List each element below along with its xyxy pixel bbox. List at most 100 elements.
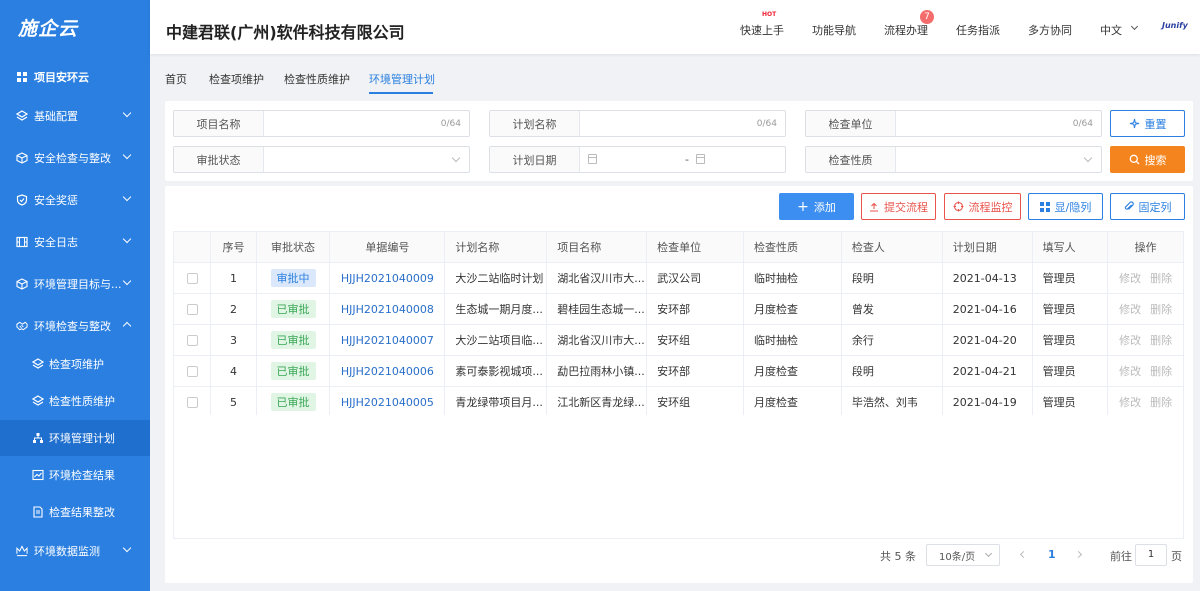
search-button[interactable]: 搜索 (1110, 146, 1185, 173)
document-code-link[interactable]: HJJH2021040008 (341, 303, 434, 316)
nav-process[interactable]: 流程办理 (884, 22, 928, 38)
tab-home[interactable]: 首页 (165, 71, 187, 87)
sidebar-item-env-monitor[interactable]: 环境数据监测 (0, 531, 150, 571)
submit-process-button[interactable]: 提交流程 (861, 193, 936, 220)
row-checkbox[interactable] (186, 397, 198, 408)
sidebar-item-label: 项目安环云 (34, 71, 89, 84)
sidebar-subitem-label: 检查结果整改 (49, 506, 115, 519)
inspector-cell: 段明 (840, 355, 943, 387)
date-separator: - (685, 153, 689, 166)
logo-text: 施企云 (18, 17, 79, 40)
sidebar-item-safety-check[interactable]: 安全检查与整改 (0, 138, 150, 178)
action-cell: 修改 删除 (1107, 262, 1184, 294)
inspector-cell: 毕浩然、刘韦 (840, 386, 943, 418)
tab-env-plan[interactable]: 环境管理计划 (369, 71, 435, 87)
project-name-field[interactable]: 项目名称 0/64 (173, 110, 470, 137)
tab-check-nature[interactable]: 检查性质维护 (284, 71, 350, 87)
row-checkbox[interactable] (186, 366, 198, 377)
app-logo[interactable]: 施企云 (0, 0, 150, 54)
field-label: 项目名称 (174, 111, 264, 136)
inspect-nature-select[interactable] (896, 147, 1101, 172)
process-monitor-button[interactable]: 流程监控 (944, 193, 1021, 220)
sidebar-subitem-check-item[interactable]: 检查项维护 (0, 346, 150, 382)
sidebar-item-safety-reward[interactable]: 安全奖惩 (0, 180, 150, 220)
reset-button[interactable]: 重置 (1110, 110, 1185, 137)
edit-link[interactable]: 修改 (1119, 396, 1141, 409)
inspect-unit-field[interactable]: 检查单位 0/64 (805, 110, 1102, 137)
page-size-value: 10条/页 (939, 551, 976, 563)
layers-icon (32, 395, 44, 407)
sidebar-item-label: 安全奖惩 (34, 194, 78, 207)
current-page[interactable]: 1 (1048, 548, 1056, 561)
approval-status-select[interactable] (264, 147, 469, 172)
toggle-columns-button[interactable]: 显/隐列 (1028, 193, 1103, 220)
sidebar-item-env-target[interactable]: 环境管理目标与... (0, 264, 150, 304)
row-checkbox[interactable] (186, 273, 198, 284)
document-code-link[interactable]: HJJH2021040009 (341, 272, 434, 285)
delete-link[interactable]: 删除 (1150, 303, 1172, 316)
col-header: 项目名称 (546, 231, 648, 263)
inspect-unit-input[interactable]: 0/64 (896, 111, 1101, 136)
language-select[interactable]: 中文 (1100, 22, 1122, 38)
action-cell: 修改 删除 (1107, 386, 1184, 418)
table-row[interactable]: 2 已审批 HJJH2021040008 生态城一期月度... 碧桂园生态城一.… (172, 293, 1184, 325)
edit-link[interactable]: 修改 (1119, 365, 1141, 378)
delete-link[interactable]: 删除 (1150, 272, 1172, 285)
char-counter: 0/64 (440, 119, 461, 129)
goto-page-input[interactable]: 1 (1135, 544, 1167, 566)
plan-name-field[interactable]: 计划名称 0/64 (489, 110, 786, 137)
chevron-down-icon (1130, 22, 1139, 31)
approval-status-field[interactable]: 审批状态 (173, 146, 470, 173)
plan-name-input[interactable]: 0/64 (580, 111, 785, 136)
edit-link[interactable]: 修改 (1119, 303, 1141, 316)
edit-link[interactable]: 修改 (1119, 272, 1141, 285)
document-code-link[interactable]: HJJH2021040007 (341, 334, 434, 347)
inspect-nature-field[interactable]: 检查性质 (805, 146, 1102, 173)
sidebar-subitem-result-rectify[interactable]: 检查结果整改 (0, 494, 150, 530)
table-row[interactable]: 3 已审批 HJJH2021040007 大沙二站项目临... 湖北省汉川市大.… (172, 324, 1184, 356)
page-size-select[interactable]: 10条/页 (926, 544, 1000, 566)
table-row[interactable]: 5 已审批 HJJH2021040005 青龙绿带项目月... 江北新区青龙绿.… (172, 386, 1184, 418)
action-cell: 修改 删除 (1107, 293, 1184, 325)
sidebar-subitem-env-result[interactable]: 环境检查结果 (0, 457, 150, 493)
add-label: 添加 (813, 200, 836, 214)
delete-link[interactable]: 删除 (1150, 365, 1172, 378)
sidebar-item-label: 基础配置 (34, 110, 78, 123)
row-checkbox[interactable] (186, 335, 198, 346)
row-checkbox[interactable] (186, 304, 198, 315)
plan-date-field[interactable]: 计划日期 - (489, 146, 786, 173)
add-button[interactable]: + 添加 (779, 193, 854, 220)
brand-logo[interactable]: Junify (1162, 21, 1188, 30)
project-name-input[interactable]: 0/64 (264, 111, 469, 136)
table-row[interactable]: 1 审批中 HJJH2021040009 大沙二站临时计划 湖北省汉川市大...… (172, 262, 1184, 294)
document-code-link[interactable]: HJJH2021040006 (341, 365, 434, 378)
nav-quick-start[interactable]: 快速上手 (740, 22, 784, 38)
table-row[interactable]: 4 已审批 HJJH2021040006 素可泰影视城项... 勐巴拉雨林小镇.… (172, 355, 1184, 387)
sidebar-item-env-check[interactable]: 环境检查与整改 (0, 306, 150, 346)
sidebar-item-safety-log[interactable]: 安全日志 (0, 222, 150, 262)
sidebar-item-basic-config[interactable]: 基础配置 (0, 96, 150, 136)
plan-name-cell: 大沙二站项目临... (444, 324, 548, 356)
sidebar-subitem-env-plan[interactable]: 环境管理计划 (0, 420, 150, 456)
delete-link[interactable]: 删除 (1150, 334, 1172, 347)
row-checkbox-cell (172, 324, 212, 356)
upload-icon (869, 202, 879, 212)
nav-function-guide[interactable]: 功能导航 (812, 22, 856, 38)
edit-link[interactable]: 修改 (1119, 334, 1141, 347)
nav-collaboration[interactable]: 多方协同 (1028, 22, 1072, 38)
field-label: 计划名称 (490, 111, 580, 136)
process-monitor-label: 流程监控 (968, 200, 1013, 214)
tab-check-item[interactable]: 检查项维护 (209, 71, 264, 87)
document-code-link[interactable]: HJJH2021040005 (341, 396, 434, 409)
sidebar-item-project[interactable]: 项目安环云 (0, 57, 150, 97)
nav-task-assign[interactable]: 任务指派 (956, 22, 1000, 38)
delete-link[interactable]: 删除 (1150, 396, 1172, 409)
col-header: 操作 (1107, 231, 1184, 263)
plan-date-range[interactable]: - (580, 147, 785, 172)
grid-icon (1039, 201, 1050, 212)
row-checkbox-cell (172, 293, 212, 325)
page-unit-label: 页 (1171, 550, 1182, 563)
pin-columns-button[interactable]: 固定列 (1110, 193, 1185, 220)
chevron-down-icon (122, 192, 132, 202)
sidebar-subitem-check-nature[interactable]: 检查性质维护 (0, 383, 150, 419)
